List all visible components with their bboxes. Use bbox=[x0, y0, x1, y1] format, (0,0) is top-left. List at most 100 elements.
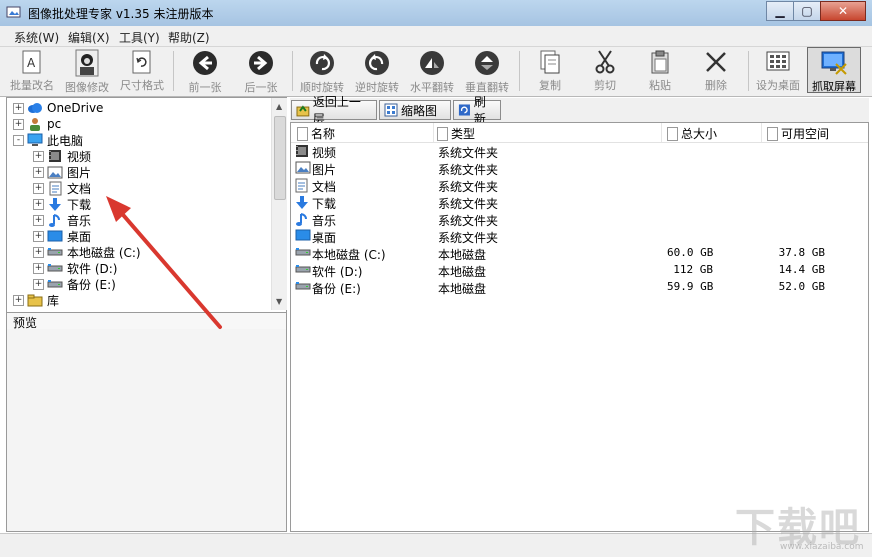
picture-icon bbox=[47, 165, 63, 179]
list-row[interactable]: 软件 (D:) 本地磁盘 112 GB 14.4 GB bbox=[291, 262, 868, 279]
expand-icon[interactable]: + bbox=[33, 246, 44, 258]
scroll-thumb[interactable] bbox=[274, 116, 286, 200]
scroll-down-icon[interactable]: ▼ bbox=[276, 297, 282, 306]
thumbnail-button[interactable]: 缩略图 bbox=[379, 100, 451, 120]
tree-item-label: 本地磁盘 (C:) bbox=[67, 245, 141, 260]
tree-item[interactable]: + 下载 bbox=[33, 196, 91, 212]
rotate-cw-button[interactable]: 顺时旋转 bbox=[296, 47, 348, 94]
tree-item-label: OneDrive bbox=[47, 101, 104, 115]
expand-icon[interactable]: + bbox=[13, 294, 24, 306]
cell-free-space: 52.0 GB bbox=[778, 280, 825, 293]
image-edit-button[interactable]: 图像修改 bbox=[61, 47, 113, 94]
tree-item[interactable]: + OneDrive bbox=[13, 100, 103, 116]
arrow-left-icon bbox=[191, 49, 219, 77]
folder-tree[interactable]: + OneDrive + pc - 此电脑 + 视频 + 图片 + 文档 + 下载 + 音乐 + 桌面 + 本地磁盘 … bbox=[7, 98, 272, 310]
close-icon: ✕ bbox=[837, 4, 849, 18]
expand-icon[interactable]: + bbox=[33, 214, 44, 226]
col-free-header[interactable]: 可用空间 bbox=[767, 125, 829, 142]
cell-type: 系统文件夹 bbox=[438, 146, 499, 160]
tree-item[interactable]: + 备份 (E:) bbox=[33, 276, 116, 292]
expand-icon[interactable]: + bbox=[33, 278, 44, 290]
cell-type: 本地磁盘 bbox=[438, 248, 487, 262]
portrait-icon bbox=[73, 49, 101, 77]
next-image-button[interactable]: 后一张 bbox=[236, 47, 286, 94]
refresh-button[interactable]: 刷新 bbox=[453, 95, 501, 126]
delete-button[interactable]: 删除 bbox=[690, 47, 742, 93]
col-type-header[interactable]: 类型 bbox=[437, 125, 475, 142]
cell-name: 备份 (E:) bbox=[312, 282, 361, 296]
flip-horizontal-button[interactable]: 水平翻转 bbox=[406, 47, 458, 94]
expand-icon[interactable]: + bbox=[33, 182, 44, 194]
expand-icon[interactable]: + bbox=[33, 198, 44, 210]
menu-help[interactable]: 帮助(Z) bbox=[168, 29, 210, 46]
menu-edit[interactable]: 编辑(X) bbox=[68, 29, 110, 46]
tree-item-label: 软件 (D:) bbox=[67, 261, 118, 276]
expand-icon[interactable]: + bbox=[33, 166, 44, 178]
drive-icon bbox=[295, 280, 311, 294]
library-icon bbox=[27, 293, 43, 307]
cell-name: 下载 bbox=[312, 197, 337, 211]
tree-item[interactable]: - 此电脑 bbox=[13, 132, 83, 148]
tree-item[interactable]: + pc bbox=[13, 116, 61, 132]
desktop-icon bbox=[295, 229, 311, 243]
close-button[interactable]: ✕ bbox=[820, 1, 866, 21]
copy-button[interactable]: 复制 bbox=[524, 47, 576, 93]
tree-item[interactable]: + 图片 bbox=[33, 164, 91, 180]
list-row[interactable]: 备份 (E:) 本地磁盘 59.9 GB 52.0 GB bbox=[291, 279, 868, 296]
cell-name: 图片 bbox=[312, 163, 337, 177]
delete-x-icon bbox=[702, 49, 730, 75]
tree-item[interactable]: + 文档 bbox=[33, 180, 91, 196]
cell-type: 系统文件夹 bbox=[438, 180, 499, 194]
tree-item-label: 音乐 bbox=[67, 213, 92, 228]
rotate-ccw-button[interactable]: 逆时旋转 bbox=[351, 47, 403, 94]
cell-total-size: 112 GB bbox=[673, 263, 713, 276]
music-icon bbox=[295, 212, 311, 226]
cell-type: 系统文件夹 bbox=[438, 231, 499, 245]
app-icon bbox=[6, 6, 21, 18]
list-row[interactable]: 本地磁盘 (C:) 本地磁盘 60.0 GB 37.8 GB bbox=[291, 245, 868, 262]
maximize-icon: ▢ bbox=[801, 4, 813, 18]
tree-item[interactable]: + 本地磁盘 (C:) bbox=[33, 244, 141, 260]
tree-scrollbar[interactable]: ▲ ▼ bbox=[271, 98, 287, 310]
expand-icon[interactable]: + bbox=[33, 230, 44, 242]
maximize-button[interactable]: ▢ bbox=[793, 1, 821, 21]
tree-item-label: 下载 bbox=[67, 197, 92, 212]
flip-vertical-button[interactable]: 垂直翻转 bbox=[461, 47, 513, 94]
set-desktop-button[interactable]: 设为桌面 bbox=[752, 47, 804, 93]
tree-item[interactable]: + 桌面 bbox=[33, 228, 91, 244]
refresh-icon bbox=[458, 104, 470, 116]
col-total-header[interactable]: 总大小 bbox=[667, 125, 717, 142]
minimize-button[interactable]: ▁ bbox=[766, 1, 794, 21]
paste-button[interactable]: 粘贴 bbox=[634, 47, 686, 93]
go-up-button[interactable]: 返回上一层 bbox=[291, 95, 377, 126]
scroll-up-icon[interactable]: ▲ bbox=[276, 102, 282, 111]
cell-name: 音乐 bbox=[312, 214, 337, 228]
capture-screen-button[interactable]: 抓取屏幕 bbox=[807, 47, 861, 93]
tree-item[interactable]: + 软件 (D:) bbox=[33, 260, 117, 276]
list-row[interactable]: 图片 系统文件夹 bbox=[291, 160, 868, 177]
size-format-button[interactable]: 尺寸格式 bbox=[116, 47, 168, 93]
collapse-icon[interactable]: - bbox=[13, 134, 24, 146]
prev-image-button[interactable]: 前一张 bbox=[180, 47, 230, 94]
menu-tools[interactable]: 工具(Y) bbox=[119, 29, 160, 46]
tree-item[interactable]: + 视频 bbox=[33, 148, 91, 164]
tree-item[interactable]: + 库 bbox=[13, 292, 59, 308]
menu-system[interactable]: 系统(W) bbox=[14, 29, 59, 46]
cut-button[interactable]: 剪切 bbox=[579, 47, 631, 93]
expand-icon[interactable]: + bbox=[33, 150, 44, 162]
list-row[interactable]: 视频 系统文件夹 bbox=[291, 143, 868, 160]
list-row[interactable]: 桌面 系统文件夹 bbox=[291, 228, 868, 245]
tree-item[interactable]: + 音乐 bbox=[33, 212, 91, 228]
tree-item-label: 图片 bbox=[67, 165, 92, 180]
list-row[interactable]: 音乐 系统文件夹 bbox=[291, 211, 868, 228]
expand-icon[interactable]: + bbox=[33, 262, 44, 274]
list-row[interactable]: 下载 系统文件夹 bbox=[291, 194, 868, 211]
screen-capture-icon bbox=[820, 50, 848, 76]
arrow-right-icon bbox=[247, 49, 275, 77]
list-row[interactable]: 文档 系统文件夹 bbox=[291, 177, 868, 194]
batch-rename-button[interactable]: A 批量改名 bbox=[6, 47, 58, 93]
expand-icon[interactable]: + bbox=[13, 102, 24, 114]
col-name-header[interactable]: 名称 bbox=[297, 125, 335, 142]
expand-icon[interactable]: + bbox=[13, 118, 24, 130]
tree-item-label: 视频 bbox=[67, 149, 92, 164]
